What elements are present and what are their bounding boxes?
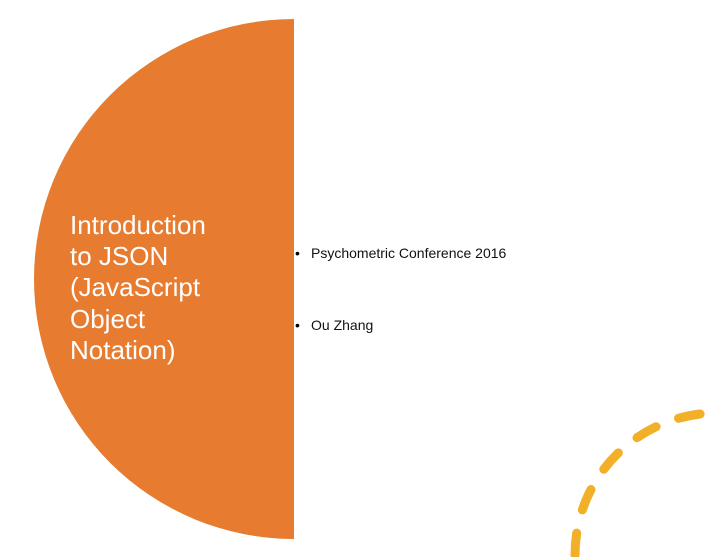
title-line: Object	[70, 304, 260, 335]
slide: Introduction to JSON (JavaScript Object …	[0, 0, 720, 557]
title-line: (JavaScript	[70, 272, 260, 303]
bullet-item: Ou Zhang	[295, 316, 655, 334]
slide-title: Introduction to JSON (JavaScript Object …	[70, 210, 260, 366]
slide-content: Psychometric Conference 2016 Ou Zhang	[295, 244, 655, 388]
bullet-list: Psychometric Conference 2016 Ou Zhang	[295, 244, 655, 334]
bullet-item: Psychometric Conference 2016	[295, 244, 655, 262]
title-line: Introduction	[70, 210, 260, 241]
title-line: Notation)	[70, 335, 260, 366]
title-line: to JSON	[70, 241, 260, 272]
